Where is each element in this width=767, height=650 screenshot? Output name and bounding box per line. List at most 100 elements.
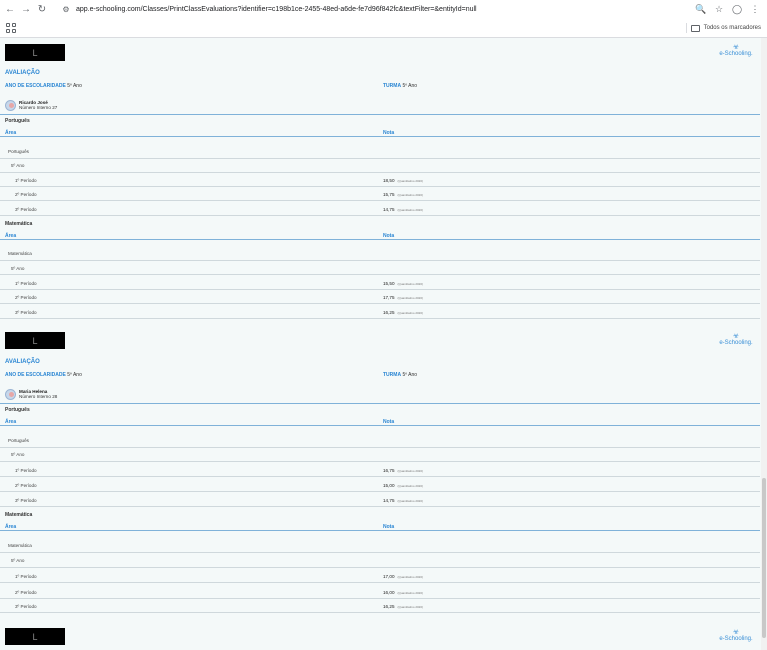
subject-title: Matemática (5, 221, 33, 227)
class-label: TURMA (383, 372, 402, 378)
class-info: TURMA 5º Ano (383, 83, 417, 89)
brand-text: e-Schooling. (719, 51, 753, 57)
section-title: AVALIAÇÃO (5, 359, 40, 365)
period-label: 2º Período (15, 295, 37, 300)
period-grade: 16,00 (Quantitativo 2020) (383, 590, 424, 595)
row-divider (0, 172, 760, 173)
area-name: Matemática (8, 543, 32, 548)
row-divider (0, 461, 760, 462)
star-icon[interactable]: ☆ (713, 3, 725, 15)
school-logo: L (5, 44, 65, 61)
row-divider (0, 200, 760, 201)
eschooling-logo-icon: ☣ (732, 629, 740, 636)
period-grade: 14,75 (Quantitativo 2020) (383, 207, 424, 212)
url-text[interactable]: app.e-schooling.com/Classes/PrintClassEv… (76, 6, 477, 13)
nav-bar: ← → ↻ ⚙ app.e-schooling.com/Classes/Prin… (0, 0, 767, 18)
row-divider (0, 598, 760, 599)
class-value: 5º Ano (402, 83, 418, 89)
class-label: TURMA (383, 83, 402, 89)
period-grade: 15,00 (Quantitativo 2020) (383, 483, 424, 488)
row-divider (0, 274, 760, 275)
subject-title: Português (5, 118, 30, 124)
class-value: 5º Ano (402, 372, 418, 378)
period-label: 1º Período (15, 468, 37, 473)
menu-icon[interactable]: ⋮ (749, 3, 761, 15)
row-divider (0, 186, 760, 187)
section-title: AVALIAÇÃO (5, 70, 40, 76)
grade-label: ANO DE ESCOLARIDADE (5, 83, 66, 89)
student-info: Maria Helena Número Interno 28 (5, 387, 57, 401)
brand-text: e-Schooling. (719, 340, 753, 346)
all-bookmarks-label: Todos os marcadores (703, 25, 761, 31)
student-block: L ☣ e-Schooling. (0, 626, 760, 650)
back-icon[interactable]: ← (2, 1, 18, 17)
area-name: Português (8, 149, 29, 154)
student-number: Número Interno 28 (19, 394, 58, 399)
bookmarks-divider (686, 23, 687, 33)
row-divider (0, 447, 760, 448)
row-divider (0, 215, 760, 216)
bookmarks-bar: Todos os marcadores (0, 19, 767, 37)
avatar (5, 388, 16, 400)
divider (0, 403, 760, 404)
row-divider (0, 491, 760, 492)
profile-icon[interactable]: ◯ (731, 3, 743, 15)
row-divider (0, 158, 760, 159)
year-label: 5º Ano (11, 266, 25, 271)
grade-info: ANO DE ESCOLARIDADE 5º Ano (5, 372, 82, 378)
area-name: Português (8, 438, 29, 443)
period-grade: 17,75 (Quantitativo 2020) (383, 295, 424, 300)
eschooling-logo-icon: ☣ (732, 333, 740, 340)
student-info: Ricardo José Número Interno 27 (5, 98, 57, 112)
period-grade: 18,50 (Quantitativo 2020) (383, 178, 424, 183)
forward-icon[interactable]: → (18, 1, 34, 17)
row-divider (0, 612, 760, 613)
row-divider (0, 476, 760, 477)
row-divider (0, 506, 760, 507)
avatar (5, 99, 16, 111)
grade-value: 5º Ano (67, 372, 82, 378)
all-bookmarks[interactable]: Todos os marcadores (690, 22, 761, 34)
reload-icon[interactable]: ↻ (34, 1, 50, 17)
period-label: 3º Período (15, 498, 37, 503)
scrollbar[interactable] (761, 38, 767, 650)
period-label: 1º Período (15, 574, 37, 579)
period-grade: 15,50 (Quantitativo 2020) (383, 281, 424, 286)
area-name: Matemática (8, 251, 32, 256)
period-label: 2º Período (15, 192, 37, 197)
period-grade: 16,25 (Quantitativo 2020) (383, 310, 424, 315)
eschooling-brand: ☣ e-Schooling. (718, 333, 754, 346)
year-label: 5º Ano (11, 452, 25, 457)
student-number: Número Interno 27 (19, 105, 58, 110)
scroll-thumb[interactable] (762, 478, 766, 638)
apps-icon[interactable] (6, 23, 16, 33)
grade-info: ANO DE ESCOLARIDADE 5º Ano (5, 83, 82, 89)
row-divider (0, 567, 760, 568)
address-bar[interactable]: ⚙ app.e-schooling.com/Classes/PrintClass… (56, 2, 686, 16)
header-divider (0, 136, 760, 137)
folder-icon (690, 24, 700, 32)
student-block: L ☣ e-Schooling. AVALIAÇÃO ANO DE ESCOLA… (0, 38, 760, 328)
grade-label: ANO DE ESCOLARIDADE (5, 372, 66, 378)
zoom-icon[interactable]: 🔍 (695, 3, 707, 15)
row-divider (0, 552, 760, 553)
period-label: 2º Período (15, 590, 37, 595)
site-info-icon[interactable]: ⚙ (60, 3, 72, 15)
page-content: L ☣ e-Schooling. AVALIAÇÃO ANO DE ESCOLA… (0, 38, 767, 650)
row-divider (0, 303, 760, 304)
school-logo: L (5, 628, 65, 645)
period-label: 1º Período (15, 281, 37, 286)
period-grade: 16,25 (Quantitativo 2020) (383, 604, 424, 609)
eschooling-logo-icon: ☣ (732, 44, 740, 51)
brand-text: e-Schooling. (719, 636, 753, 642)
year-label: 5º Ano (11, 558, 25, 563)
header-divider (0, 239, 760, 240)
subject-title: Português (5, 407, 30, 413)
period-label: 2º Período (15, 483, 37, 488)
grade-value: 5º Ano (67, 83, 82, 89)
class-info: TURMA 5º Ano (383, 372, 417, 378)
row-divider (0, 582, 760, 583)
period-grade: 15,75 (Quantitativo 2020) (383, 192, 424, 197)
subject-title: Matemática (5, 512, 33, 518)
header-divider (0, 530, 760, 531)
